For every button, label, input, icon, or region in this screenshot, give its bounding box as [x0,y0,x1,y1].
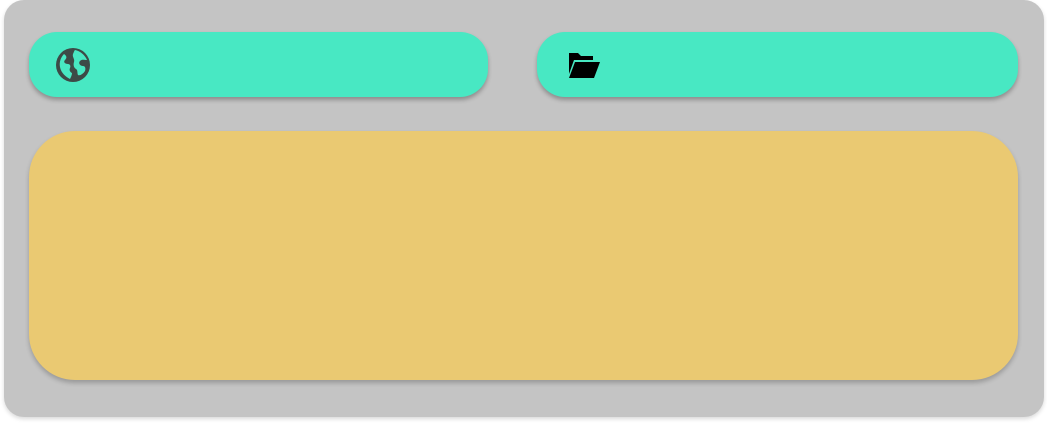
open-folder-icon-graphic [569,52,600,78]
folder-path-bar[interactable] [537,32,1018,97]
globe-icon-graphic [56,47,90,82]
content-panel [29,131,1018,380]
url-bar[interactable] [29,32,488,97]
open-folder-icon [566,47,602,83]
open-folder-icon-front [569,61,600,78]
globe-icon [55,47,91,83]
